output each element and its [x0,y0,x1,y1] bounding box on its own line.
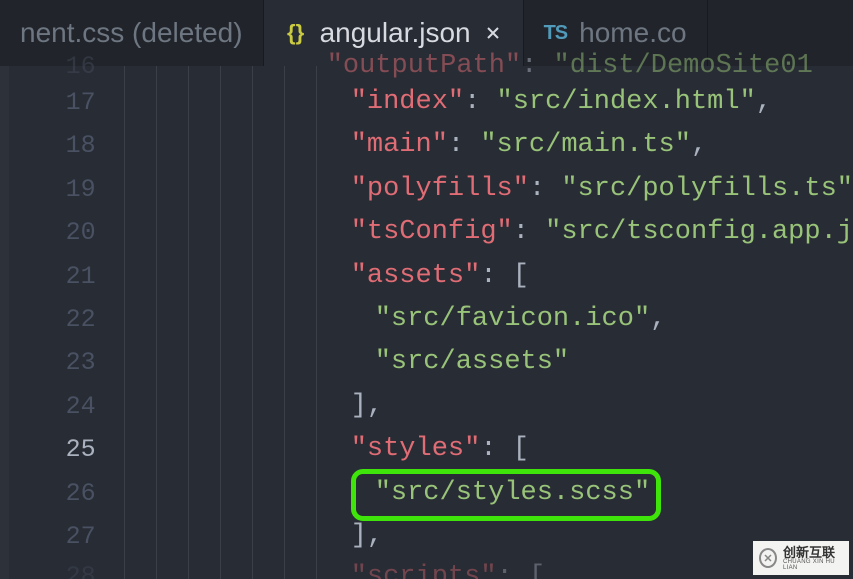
code-line: "main": "src/main.ts", [327,124,853,167]
line-number: 22 [9,298,113,341]
code-line: "tsConfig": "src/tsconfig.app.j [327,211,853,254]
highlight-box [351,469,661,521]
json-icon: {} [284,21,308,45]
line-number: 16 [9,66,113,81]
close-icon[interactable] [483,23,503,43]
line-number: 25 [9,428,113,471]
code-line: "index": "src/index.html", [327,81,853,124]
tab-label: home.co [579,17,686,49]
code-line: "styles": [ [327,428,853,471]
breakpoint-gutter[interactable] [0,66,9,579]
code-line: "src/favicon.ico", [327,298,853,341]
tab-deleted-css[interactable]: nent.css (deleted) [0,0,264,66]
editor-area[interactable]: 16 17 18 19 20 21 22 23 24 25 26 27 28 "… [0,66,853,579]
code-line: "polyfills": "src/polyfills.ts" [327,168,853,211]
line-number: 28 [9,558,113,578]
line-number: 24 [9,385,113,428]
line-number: 21 [9,255,113,298]
line-number: 18 [9,124,113,167]
code-line: ], [327,385,853,428]
line-number: 19 [9,168,113,211]
indent-guides [114,66,327,579]
line-number: 27 [9,515,113,558]
line-number: 17 [9,81,113,124]
code-line: "assets": [ [327,255,853,298]
line-number: 26 [9,472,113,515]
watermark-text: 创新互联 CHUANG XIN HU LIAN [783,546,843,571]
watermark-logo-icon: ✕ [759,548,777,568]
tab-label: nent.css (deleted) [20,17,243,49]
watermark: ✕ 创新互联 CHUANG XIN HU LIAN [753,541,849,575]
code-content[interactable]: "outputPath": "dist/DemoSite01 "index": … [327,66,853,579]
typescript-icon: TS [544,22,568,45]
line-number-gutter: 16 17 18 19 20 21 22 23 24 25 26 27 28 [9,66,113,579]
tab-label: angular.json [320,17,471,49]
line-number: 23 [9,341,113,384]
line-number: 20 [9,211,113,254]
code-line: "src/assets" [327,341,853,384]
code-line: "outputPath": "dist/DemoSite01 [327,66,853,81]
